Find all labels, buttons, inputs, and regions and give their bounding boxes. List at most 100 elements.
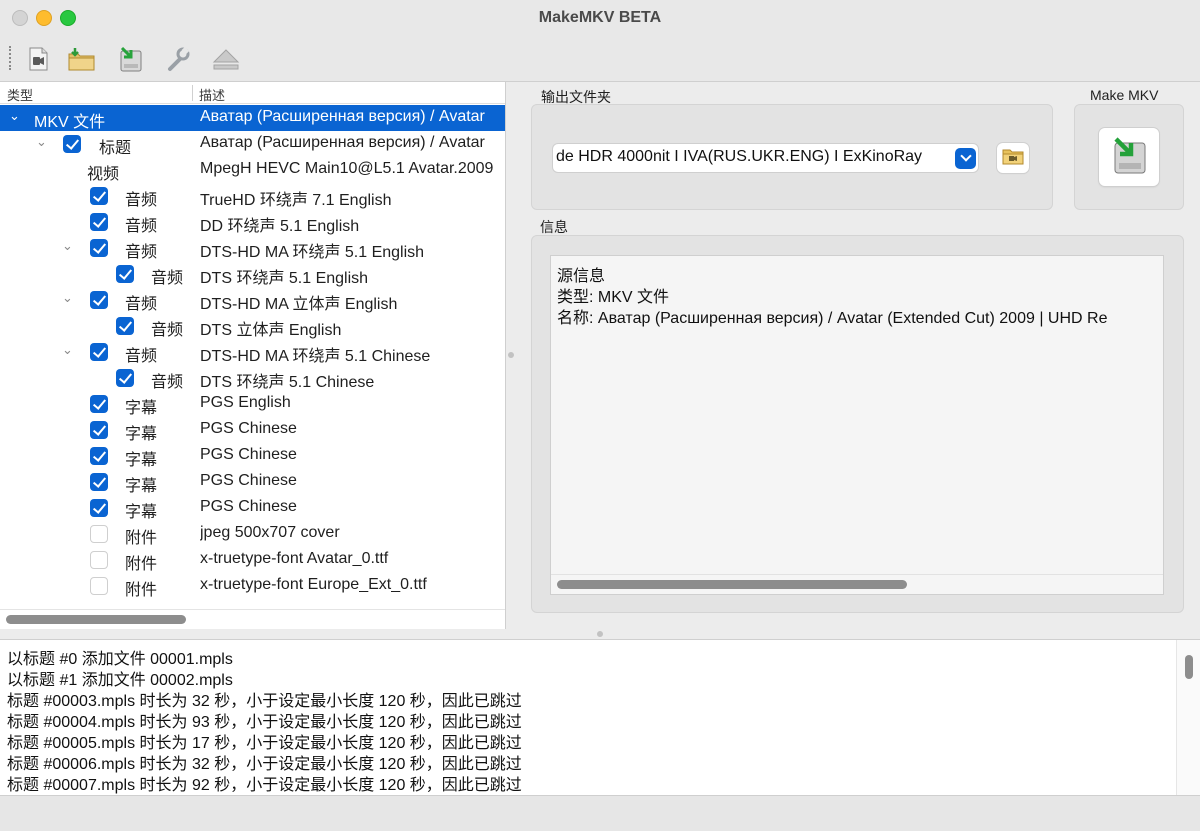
tree-row-audio[interactable]: 音频 DD 环绕声 5.1 English	[0, 209, 505, 235]
row-desc: Аватар (Расширенная версия) / Avatar	[200, 108, 485, 125]
row-type: 音频	[125, 192, 158, 209]
row-desc: TrueHD 环绕声 7.1 English	[200, 192, 392, 209]
row-desc: Аватар (Расширенная версия) / Avatar	[200, 134, 485, 151]
row-checkbox[interactable]	[90, 395, 108, 413]
info-line: 名称: Аватар (Расширенная версия) / Avatar…	[557, 310, 1108, 327]
output-folder-value[interactable]: de HDR 4000nit I IVA(RUS.UKR.ENG) I ExKi…	[556, 148, 922, 166]
preferences-button[interactable]	[162, 44, 194, 74]
tree-row-subtitle[interactable]: 字幕 PGS Chinese	[0, 443, 505, 469]
chevron-down-icon[interactable]: ⌄	[62, 238, 73, 254]
row-type: 音频	[125, 296, 158, 313]
tree-horizontal-scrollbar[interactable]	[0, 609, 505, 629]
tree-row-audio[interactable]: ⌄ 音频 DTS-HD MA 环绕声 5.1 Chinese	[0, 339, 505, 365]
scrollbar-thumb[interactable]	[6, 615, 186, 624]
row-desc: MpegH HEVC Main10@L5.1 Avatar.2009	[200, 160, 494, 177]
row-checkbox[interactable]	[90, 187, 108, 205]
make-mkv-icon	[116, 45, 144, 73]
row-checkbox[interactable]	[90, 213, 108, 231]
row-desc: PGS Chinese	[200, 446, 297, 463]
row-type: 字幕	[125, 504, 158, 521]
column-header-desc[interactable]: 描述	[199, 85, 225, 104]
tree-row-audio[interactable]: 音频 DTS 立体声 English	[0, 313, 505, 339]
row-type: 附件	[125, 556, 158, 573]
open-folder-button[interactable]	[66, 44, 98, 74]
row-checkbox[interactable]	[90, 239, 108, 257]
window-title: MakeMKV BETA	[538, 9, 662, 26]
tree-row-video[interactable]: 视频 MpegH HEVC Main10@L5.1 Avatar.2009	[0, 157, 505, 183]
info-horizontal-scrollbar[interactable]	[551, 574, 1163, 594]
tree-row-attachment[interactable]: 附件 jpeg 500x707 cover	[0, 521, 505, 547]
eject-button[interactable]	[210, 44, 242, 74]
row-type: 音频	[125, 348, 158, 365]
row-type: 附件	[125, 582, 158, 599]
tree-row-mkv-file[interactable]: ⌄ MKV 文件 Аватар (Расширенная версия) / A…	[0, 105, 505, 131]
browse-folder-button[interactable]	[997, 143, 1029, 173]
log-output[interactable]: 以标题 #0 添加文件 00001.mpls 以标题 #1 添加文件 00002…	[0, 639, 1200, 796]
column-separator[interactable]	[192, 85, 193, 101]
tree-row-subtitle[interactable]: 字幕 PGS English	[0, 391, 505, 417]
scrollbar-thumb[interactable]	[1185, 655, 1193, 679]
row-desc: PGS Chinese	[200, 498, 297, 515]
row-type: 音频	[125, 218, 158, 235]
chevron-down-icon[interactable]: ⌄	[62, 342, 73, 358]
row-checkbox[interactable]	[90, 473, 108, 491]
row-type: 音频	[125, 244, 158, 261]
row-checkbox[interactable]	[90, 343, 108, 361]
row-type: 字幕	[125, 426, 158, 443]
row-checkbox[interactable]	[63, 135, 81, 153]
row-type: 字幕	[125, 400, 158, 417]
row-checkbox[interactable]	[90, 525, 108, 543]
row-checkbox[interactable]	[116, 369, 134, 387]
output-folder-combo[interactable]: de HDR 4000nit I IVA(RUS.UKR.ENG) I ExKi…	[553, 144, 978, 172]
row-checkbox[interactable]	[116, 265, 134, 283]
row-type: 音频	[151, 322, 184, 339]
open-file-button[interactable]	[22, 44, 54, 74]
row-checkbox[interactable]	[90, 291, 108, 309]
log-vertical-scrollbar[interactable]	[1176, 640, 1200, 795]
info-label: 信息	[540, 219, 568, 235]
chevron-down-icon[interactable]: ⌄	[9, 108, 20, 124]
tree-row-subtitle[interactable]: 字幕 PGS Chinese	[0, 469, 505, 495]
row-type: 字幕	[125, 452, 158, 469]
title-bar: MakeMKV BETA	[0, 0, 1200, 36]
make-mkv-icon	[1107, 133, 1151, 182]
row-type: 标题	[99, 140, 132, 157]
title-tree: 类型 描述 ⌄ MKV 文件 Аватар (Расширенная верси…	[0, 82, 506, 629]
tree-row-attachment[interactable]: 附件 x-truetype-font Avatar_0.ttf	[0, 547, 505, 573]
tree-row-audio[interactable]: ⌄ 音频 DTS-HD MA 立体声 English	[0, 287, 505, 313]
row-checkbox[interactable]	[90, 551, 108, 569]
row-checkbox[interactable]	[90, 577, 108, 595]
tree-row-attachment[interactable]: 附件 x-truetype-font Europe_Ext_0.ttf	[0, 573, 505, 599]
horizontal-splitter-handle[interactable]	[597, 631, 603, 637]
tree-row-audio[interactable]: 音频 TrueHD 环绕声 7.1 English	[0, 183, 505, 209]
row-checkbox[interactable]	[90, 499, 108, 517]
toolbar	[0, 36, 1200, 82]
info-text-area[interactable]: 源信息 类型: MKV 文件 名称: Аватар (Расширенная в…	[550, 255, 1164, 595]
tree-row-audio[interactable]: ⌄ 音频 DTS-HD MA 环绕声 5.1 English	[0, 235, 505, 261]
make-mkv-toolbar-button[interactable]	[114, 44, 146, 74]
scrollbar-thumb[interactable]	[557, 580, 907, 589]
tree-row-subtitle[interactable]: 字幕 PGS Chinese	[0, 495, 505, 521]
tree-row-audio[interactable]: 音频 DTS 环绕声 5.1 Chinese	[0, 365, 505, 391]
row-desc: PGS Chinese	[200, 420, 297, 437]
row-checkbox[interactable]	[90, 421, 108, 439]
row-desc: PGS Chinese	[200, 472, 297, 489]
tree-row-title[interactable]: ⌄ 标题 Аватар (Расширенная версия) / Avata…	[0, 131, 505, 157]
chevron-down-icon[interactable]	[955, 148, 976, 169]
toolbar-grip	[9, 46, 12, 70]
row-checkbox[interactable]	[90, 447, 108, 465]
make-mkv-button[interactable]	[1099, 128, 1159, 186]
folder-icon	[1002, 147, 1024, 170]
wrench-icon	[164, 45, 192, 73]
vertical-splitter-handle[interactable]	[508, 352, 514, 358]
open-folder-icon	[67, 46, 97, 72]
row-desc: x-truetype-font Europe_Ext_0.ttf	[200, 576, 427, 593]
chevron-down-icon[interactable]: ⌄	[62, 290, 73, 306]
tree-row-audio[interactable]: 音频 DTS 环绕声 5.1 English	[0, 261, 505, 287]
tree-header: 类型 描述	[0, 82, 505, 104]
tree-row-subtitle[interactable]: 字幕 PGS Chinese	[0, 417, 505, 443]
row-checkbox[interactable]	[116, 317, 134, 335]
row-desc: DTS 环绕声 5.1 English	[200, 270, 369, 287]
column-header-type[interactable]: 类型	[7, 85, 33, 104]
chevron-down-icon[interactable]: ⌄	[36, 134, 47, 150]
